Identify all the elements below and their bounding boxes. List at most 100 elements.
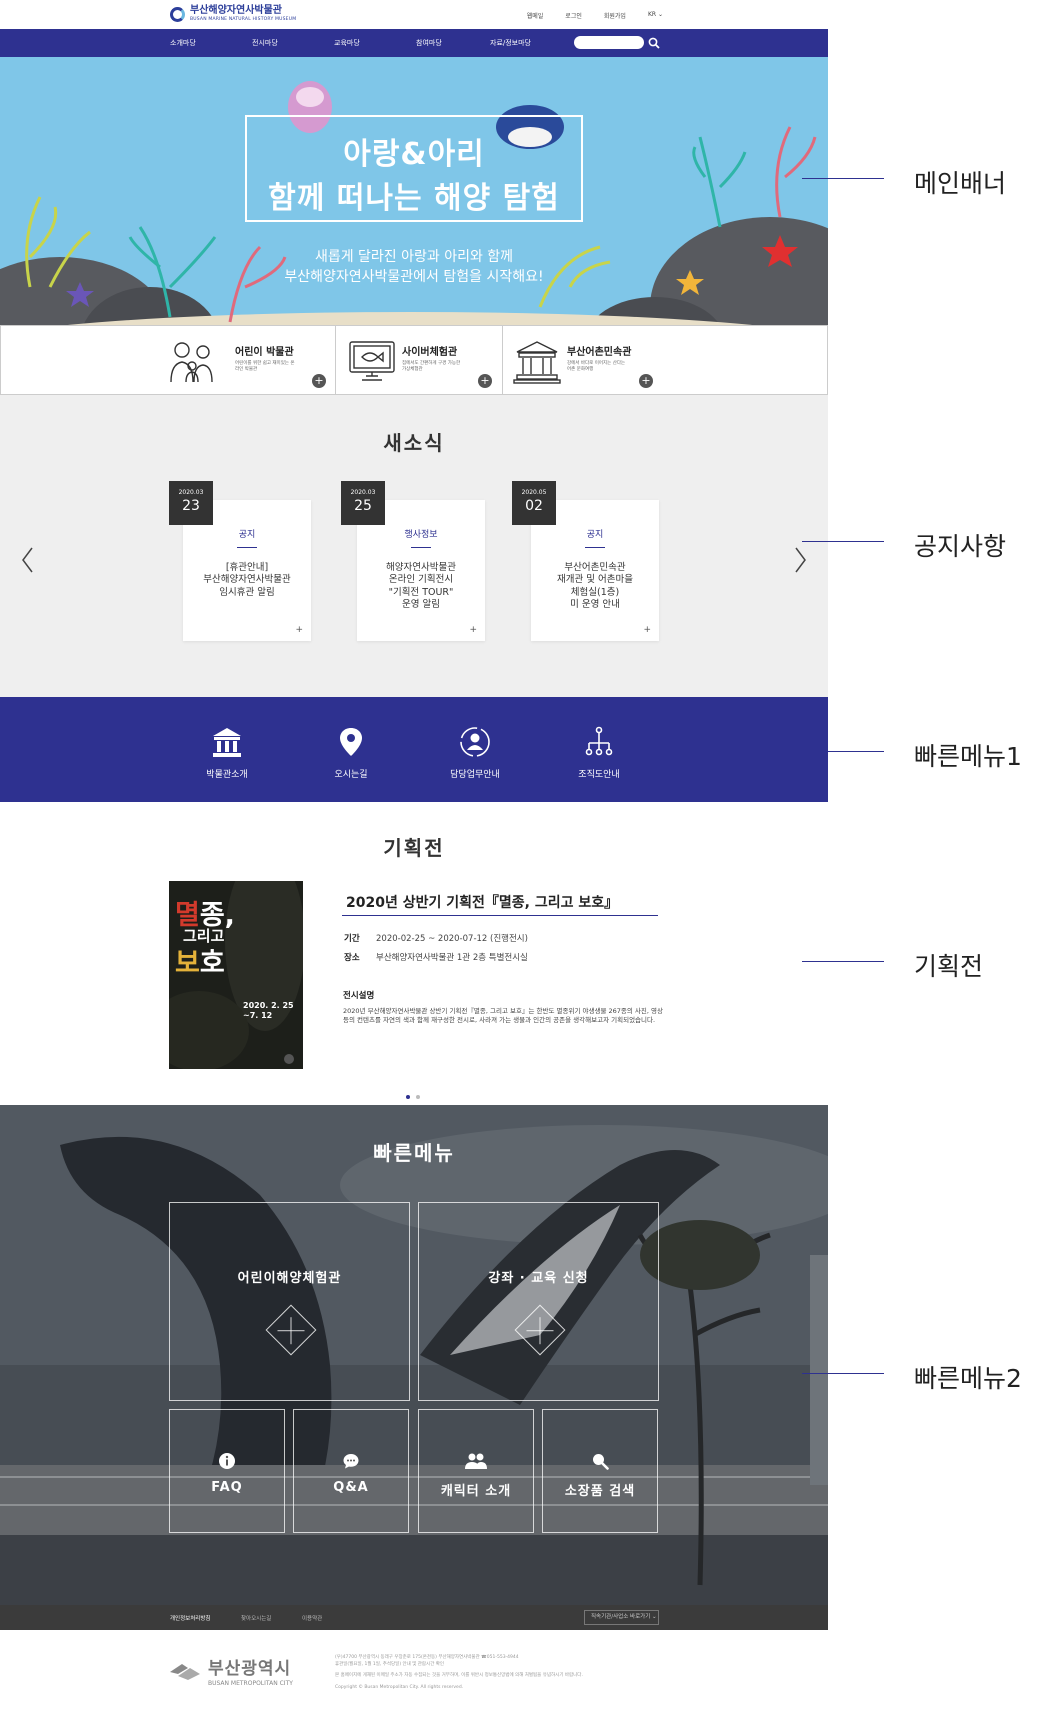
annotation-quick-menu-2: 빠른메뉴2: [914, 1364, 1022, 1393]
plus-icon[interactable]: +: [295, 625, 303, 635]
nav-exhibition[interactable]: 전시마당: [252, 38, 278, 48]
global-nav: 소개마당 전시마당 교육마당 참여마당 자료/정보마당: [0, 29, 828, 57]
affiliate-site-select[interactable]: 직속기관/사업소 바로가기 ⌄: [584, 1610, 659, 1625]
search-input[interactable]: [574, 36, 644, 49]
quick-collection-search[interactable]: 소장품 검색: [542, 1409, 658, 1533]
footer-hours: 휴관일(월요일, 1월 1일, 추석당일) 안내 및 관람시간 확인: [335, 1662, 445, 1668]
busan-city-mark-icon: [170, 1663, 200, 1680]
footer-address: (우)47700 부산광역시 동래구 우장춘로 175(온천동) 부산해양자연사…: [335, 1655, 519, 1660]
exhibition-place-label: 장소: [344, 953, 360, 963]
museum-icon: [213, 728, 241, 757]
info-icon: [219, 1453, 235, 1469]
quick-label: 담당업무안내: [450, 770, 500, 780]
plus-icon[interactable]: +: [312, 374, 326, 388]
webmail-link[interactable]: 웹메일: [527, 11, 544, 20]
diamond-plus-icon: [514, 1304, 566, 1356]
join-link[interactable]: 회원가입: [604, 11, 626, 20]
news-category: 행사정보: [404, 530, 438, 540]
org-chart-icon: [585, 726, 613, 756]
exhibition-period: 2020-02-25 ~ 2020-07-12 (진행전시): [376, 934, 528, 944]
news-date-badge: 2020.03 23: [169, 481, 213, 525]
quick-directions[interactable]: 오시는길: [306, 725, 396, 780]
museum-link-children[interactable]: 어린이 박물관 어린이를 위한 쉽고 재미있는 온라인 박물관 +: [1, 326, 336, 394]
quick-qna[interactable]: Q&A: [293, 1409, 409, 1533]
search-icon[interactable]: [648, 37, 660, 49]
language-select[interactable]: KR ⌄: [648, 11, 663, 20]
busan-city-logo[interactable]: 부산광역시 BUSAN METROPOLITAN CITY: [168, 1654, 293, 1687]
exhibition-period-label: 기간: [344, 934, 360, 944]
quick-course-application[interactable]: 강좌 · 교육 신청: [418, 1202, 659, 1401]
news-day: 25: [354, 498, 372, 514]
logo-english: BUSAN MARINE NATURAL HISTORY MUSEUM: [190, 17, 297, 22]
nav-education[interactable]: 교육마당: [334, 38, 360, 48]
exhibition-poster[interactable]: 멸종, 그리고 보호 2020. 2. 25 ~7. 12: [169, 881, 303, 1069]
museum-homepage: 부산해양자연사박물관 BUSAN MARINE NATURAL HISTORY …: [0, 0, 828, 1715]
quick-label: 오시는길: [334, 770, 368, 780]
exhibition-title-underline: [342, 915, 658, 916]
quick-organization[interactable]: 조직도안내: [554, 725, 644, 780]
news-year-month: 2020.03: [350, 489, 376, 496]
museum-desc-cyber: 집에서도 간편하게 구경 가능한 가상체험관: [402, 361, 461, 373]
terms-link[interactable]: 이용약관: [302, 1614, 322, 1622]
news-date-badge: 2020.03 25: [341, 481, 385, 525]
footer-logo-korean: 부산광역시: [208, 1659, 292, 1679]
monitor-fish-icon: [349, 341, 395, 381]
news-category: 공지: [238, 530, 256, 540]
footer-logo-english: BUSAN METROPOLITAN CITY: [208, 1680, 293, 1687]
search-icon: [593, 1454, 609, 1470]
news-divider: [411, 547, 431, 548]
slider-dot[interactable]: [416, 1095, 420, 1099]
poster-date: 2020. 2. 25 ~7. 12: [243, 1001, 294, 1020]
exhibition-title[interactable]: 2020년 상반기 기획전『멸종, 그리고 보호』: [346, 892, 618, 912]
news-year-month: 2020.05: [521, 489, 547, 496]
museum-link-folk[interactable]: 부산어촌민속관 강에서 바다로 이어지는 산다는 어촌 문화여행 +: [503, 326, 828, 394]
people-icon: [465, 1453, 487, 1469]
plus-icon[interactable]: +: [478, 374, 492, 388]
quick-faq[interactable]: FAQ: [169, 1409, 285, 1533]
museum-shortcuts: 어린이 박물관 어린이를 위한 쉽고 재미있는 온라인 박물관 + 사이버체험관…: [0, 325, 828, 395]
plus-icon[interactable]: +: [639, 374, 653, 388]
chevron-left-icon[interactable]: [20, 545, 34, 575]
nav-about[interactable]: 소개마당: [170, 38, 196, 48]
exhibition-description: 2020년 부산해양자연사박물관 상반기 기획전『멸종, 그리고 보호』는 한반…: [343, 1007, 663, 1025]
main-banner[interactable]: 아랑&아리 함께 떠나는 해양 탐험 새롭게 달라진 아랑과 아리와 함께 부산…: [0, 57, 828, 325]
exhibition-section-title: 기획전: [383, 836, 445, 860]
login-link[interactable]: 로그인: [565, 11, 582, 20]
quick-label: 조직도안내: [578, 770, 620, 780]
quick-menu-1: 박물관소개 오시는길 담당업무안내 조직도안내: [0, 697, 828, 802]
logo-korean: 부산해양자연사박물관: [190, 5, 282, 16]
nav-resources[interactable]: 자료/정보마당: [490, 38, 531, 48]
annotation-line: [802, 541, 884, 542]
plus-icon[interactable]: +: [643, 625, 651, 635]
annotation-line: [802, 1373, 884, 1374]
chevron-right-icon[interactable]: [794, 545, 808, 575]
quick-staff-duty[interactable]: 담당업무안내: [430, 725, 520, 780]
site-logo[interactable]: 부산해양자연사박물관 BUSAN MARINE NATURAL HISTORY …: [170, 6, 296, 23]
quick-label: FAQ: [211, 1480, 243, 1495]
directions-link[interactable]: 찾아오시는길: [241, 1614, 271, 1622]
exhibition-section: 기획전 멸종, 그리고 보호 2020. 2. 25 ~7. 12 2020년 …: [0, 802, 828, 1105]
quick-children-experience[interactable]: 어린이해양체험관: [169, 1202, 410, 1401]
footer-email-notice: 본 홈페이지에 게재된 이메일 주소가 자동 수집되는 것을 거부하며, 이를 …: [335, 1673, 583, 1679]
news-card-title: 해양자연사박물관 온라인 기획전시 "기획전 TOUR" 운영 알림: [386, 562, 456, 611]
museum-building-icon: [513, 341, 561, 384]
footer-copyright: Copyright © Busan Metropolitan City. All…: [335, 1684, 464, 1690]
quick-character-intro[interactable]: 캐릭터 소개: [418, 1409, 534, 1533]
slider-dot-active[interactable]: [406, 1095, 410, 1099]
nav-participation[interactable]: 참여마당: [416, 38, 442, 48]
news-date-badge: 2020.05 02: [512, 481, 556, 525]
quick-label: 소장품 검색: [564, 1484, 636, 1499]
quick-museum-intro[interactable]: 박물관소개: [182, 725, 272, 780]
quick-label: 강좌 · 교육 신청: [488, 1271, 589, 1286]
plus-icon[interactable]: +: [469, 625, 477, 635]
quick-menu-2: 빠른메뉴 어린이해양체험관 강좌 · 교육 신청 FAQ Q&A 캐릭터 소개 …: [0, 1105, 828, 1605]
quick-menu-2-title: 빠른메뉴: [373, 1141, 455, 1165]
annotation-quick-menu-1: 빠른메뉴1: [914, 742, 1022, 771]
museum-link-cyber[interactable]: 사이버체험관 집에서도 간편하게 구경 가능한 가상체험관 +: [336, 326, 503, 394]
news-card-title: [휴관안내] 부산해양자연사박물관 임시휴관 알림: [203, 562, 291, 598]
quick-label: Q&A: [333, 1480, 369, 1495]
museum-desc-children: 어린이를 위한 쉽고 재미있는 온라인 박물관: [235, 361, 295, 373]
privacy-policy-link[interactable]: 개인정보처리방침: [170, 1614, 210, 1622]
exhibition-place: 부산해양자연사박물관 1관 2층 특별전시실: [376, 953, 528, 963]
slider-pagination: [406, 1095, 420, 1099]
